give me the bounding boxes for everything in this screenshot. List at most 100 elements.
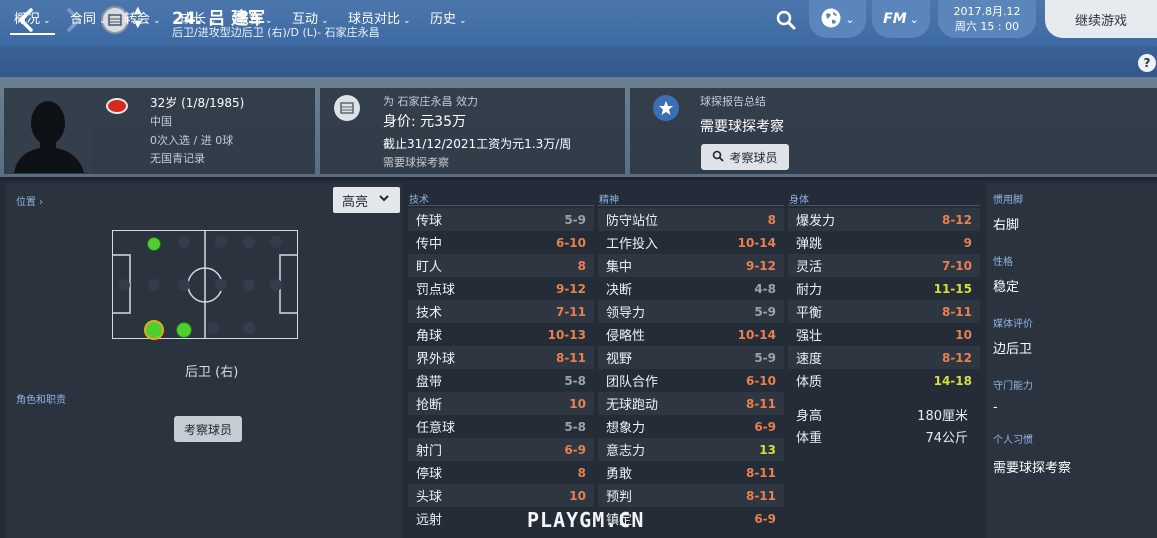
- mental-attribute-row[interactable]: 决断 4-8: [598, 277, 784, 300]
- tab-bar: [0, 46, 1157, 77]
- physical-attribute-row[interactable]: 耐力 11-15: [788, 277, 980, 300]
- technical-attribute-row[interactable]: 技术 7-11: [408, 300, 594, 323]
- tab-reports[interactable]: 报告 ⌄: [236, 8, 273, 27]
- wage-info: 截止31/12/2021工资为元1.3万/周: [383, 137, 572, 151]
- attribute-name: 体质: [796, 375, 823, 390]
- mental-attribute-row[interactable]: 防守站位 8: [598, 208, 784, 231]
- youth-record: 无国青记录: [150, 152, 205, 165]
- attribute-name: 集中: [606, 260, 633, 275]
- physical-attribute-row[interactable]: 弹跳 9: [788, 231, 980, 254]
- player-side-panel: [986, 183, 1157, 538]
- mental-attribute-row[interactable]: 想象力 6-9: [598, 415, 784, 438]
- tab-compare[interactable]: 球员对比 ⌄: [348, 8, 411, 27]
- technical-attribute-row[interactable]: 罚点球 9-12: [408, 277, 594, 300]
- attribute-value: 8-11: [745, 488, 776, 503]
- role-duty-label: 角色和职责: [16, 395, 66, 406]
- technical-attribute-row[interactable]: 射门 6-9: [408, 438, 594, 461]
- scout-status: 需要球探考察: [700, 119, 784, 135]
- attribute-value: 8-11: [745, 396, 776, 411]
- attribute-value: 6-9: [564, 442, 586, 457]
- media-description-value: 边后卫: [993, 342, 1033, 357]
- mental-attribute-row[interactable]: 勇敢 8-11: [598, 461, 784, 484]
- attribute-value: 5-9: [564, 212, 586, 227]
- physical-attribute-row[interactable]: 强壮 10: [788, 323, 980, 346]
- tab-label: 互动: [292, 12, 319, 27]
- fm-menu-button[interactable]: FM ⌄: [872, 0, 930, 38]
- attribute-name: 停球: [416, 467, 443, 482]
- globe-menu-button[interactable]: ⌄: [809, 0, 866, 38]
- attribute-value: 6-9: [754, 419, 776, 434]
- date-display[interactable]: 2017.8月.12 周六 15 : 00: [938, 0, 1036, 38]
- tab-label: 合同: [70, 12, 97, 27]
- technical-attribute-row[interactable]: 抢断 10: [408, 392, 594, 415]
- attribute-value: 8-11: [941, 304, 972, 319]
- attribute-name: 传中: [416, 237, 443, 252]
- attribute-value: 8-11: [745, 465, 776, 480]
- attribute-name: 爆发力: [796, 214, 836, 229]
- technical-attribute-row[interactable]: 传球 5-9: [408, 208, 594, 231]
- star-icon: [653, 95, 679, 121]
- technical-attribute-row[interactable]: 界外球 8-11: [408, 346, 594, 369]
- search-icon[interactable]: [770, 4, 802, 36]
- club-crest-icon[interactable]: [334, 95, 360, 121]
- technical-attribute-row[interactable]: 盘带 5-8: [408, 369, 594, 392]
- physical-attribute-row[interactable]: 灵活 7-10: [788, 254, 980, 277]
- tab-interaction[interactable]: 互动 ⌄: [292, 8, 329, 27]
- attribute-value: 8-12: [941, 350, 972, 365]
- tab-overview[interactable]: 概况 ⌄: [10, 8, 55, 35]
- attribute-value: 8-11: [555, 350, 586, 365]
- position-label[interactable]: 位置 ›: [16, 193, 43, 208]
- height-label: 身高: [796, 409, 823, 424]
- technical-attribute-row[interactable]: 任意球 5-8: [408, 415, 594, 438]
- attribute-value: 8: [577, 258, 586, 273]
- highlight-label: 高亮: [342, 194, 369, 210]
- tab-development[interactable]: 成长 ⌄: [180, 8, 217, 27]
- preferred-foot-label: 惯用脚: [993, 195, 1023, 206]
- mental-attribute-row[interactable]: 预判 8-11: [598, 484, 784, 507]
- attribute-name: 技术: [416, 306, 443, 321]
- highlight-dropdown[interactable]: 高亮: [333, 187, 400, 213]
- attribute-name: 界外球: [416, 352, 456, 367]
- attribute-value: 6-9: [754, 511, 776, 526]
- physical-attribute-row[interactable]: 速度 8-12: [788, 346, 980, 369]
- mental-attribute-row[interactable]: 集中 9-12: [598, 254, 784, 277]
- personality-label: 性格: [993, 257, 1013, 268]
- attribute-name: 抢断: [416, 398, 443, 413]
- scout-report-title: 球探报告总结: [700, 95, 766, 108]
- mental-attribute-row[interactable]: 团队合作 6-10: [598, 369, 784, 392]
- mental-attribute-row[interactable]: 无球跑动 8-11: [598, 392, 784, 415]
- attribute-name: 侵略性: [606, 329, 646, 344]
- mental-attribute-row[interactable]: 意志力 13: [598, 438, 784, 461]
- nationality[interactable]: 中国: [150, 113, 172, 129]
- china-flag-icon: [106, 98, 128, 114]
- continue-game-button[interactable]: 继续游戏: [1045, 0, 1157, 38]
- scout-player-button[interactable]: 考察球员: [701, 144, 789, 170]
- technical-attribute-row[interactable]: 传中 6-10: [408, 231, 594, 254]
- tab-transfer[interactable]: 转会 ⌄: [124, 8, 161, 27]
- attribute-name: 预判: [606, 490, 633, 505]
- technical-attribute-row[interactable]: 头球 10: [408, 484, 594, 507]
- attribute-name: 团队合作: [606, 375, 659, 390]
- tab-label: 概况: [14, 12, 41, 27]
- attribute-name: 角球: [416, 329, 443, 344]
- tab-contract[interactable]: 合同 ⌄: [70, 8, 107, 27]
- technical-attribute-row[interactable]: 角球 10-13: [408, 323, 594, 346]
- mental-attribute-row[interactable]: 工作投入 10-14: [598, 231, 784, 254]
- physical-attribute-row[interactable]: 体质 14-18: [788, 369, 980, 392]
- attribute-name: 远射: [416, 513, 443, 528]
- physical-attribute-row[interactable]: 平衡 8-11: [788, 300, 980, 323]
- physical-attribute-row[interactable]: 爆发力 8-12: [788, 208, 980, 231]
- attribute-name: 决断: [606, 283, 633, 298]
- technical-attribute-row[interactable]: 停球 8: [408, 461, 594, 484]
- mental-attribute-row[interactable]: 领导力 5-9: [598, 300, 784, 323]
- scout-player-button-left[interactable]: 考察球员: [174, 416, 242, 442]
- attribute-name: 盘带: [416, 375, 443, 390]
- attribute-name: 耐力: [796, 283, 823, 298]
- help-icon[interactable]: ?: [1138, 54, 1156, 72]
- tab-history[interactable]: 历史 ⌄: [430, 8, 467, 27]
- physical-heading: 身体: [789, 195, 809, 206]
- mental-attribute-row[interactable]: 视野 5-9: [598, 346, 784, 369]
- technical-attribute-row[interactable]: 盯人 8: [408, 254, 594, 277]
- chevron-down-icon: ⌄: [909, 12, 919, 26]
- mental-attribute-row[interactable]: 侵略性 10-14: [598, 323, 784, 346]
